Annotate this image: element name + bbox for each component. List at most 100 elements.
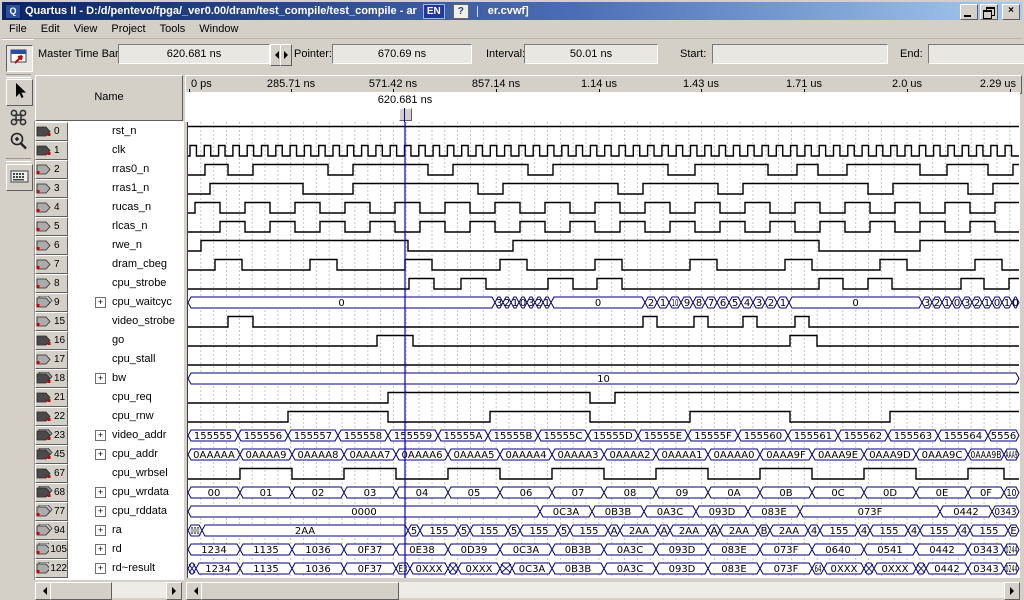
signal-row-clk[interactable]: 1clk <box>35 141 183 160</box>
signal-row-rras0_n[interactable]: 2rras0_n <box>35 160 183 179</box>
menu-tools[interactable]: Tools <box>153 21 193 37</box>
signal-row-rd~result[interactable]: 122+rd~result <box>35 559 183 578</box>
signal-row-rwe_n[interactable]: 6rwe_n <box>35 236 183 255</box>
signal-name-cell[interactable]: +ra <box>69 522 183 539</box>
signal-handle[interactable]: 7 <box>35 255 68 274</box>
signal-name-cell[interactable]: +rd~result <box>69 560 183 577</box>
signal-row-cpu_stall[interactable]: 17cpu_stall <box>35 350 183 369</box>
signal-name-cell[interactable]: +cpu_waitcyc <box>69 294 183 311</box>
signal-row-rucas_n[interactable]: 4rucas_n <box>35 198 183 217</box>
zoom-icon[interactable] <box>6 130 31 155</box>
waveform-scrollbar[interactable] <box>186 582 1020 598</box>
restore-button[interactable] <box>980 4 998 20</box>
master-time-spin-right[interactable] <box>280 44 292 66</box>
expand-plus-icon[interactable]: + <box>95 525 106 536</box>
command-tool-icon[interactable] <box>6 106 31 131</box>
signal-handle[interactable]: 122 <box>35 559 68 578</box>
signal-row-cpu_waitcyc[interactable]: 9+cpu_waitcyc <box>35 293 183 312</box>
signal-row-cpu_rddata[interactable]: 77+cpu_rddata <box>35 502 183 521</box>
signal-name-cell[interactable]: rucas_n <box>69 199 183 216</box>
expand-plus-icon[interactable]: + <box>95 430 106 441</box>
language-indicator[interactable]: EN <box>423 4 445 19</box>
expand-plus-icon[interactable]: + <box>95 506 106 517</box>
signal-row-cpu_addr[interactable]: 45+cpu_addr <box>35 445 183 464</box>
scrollbar-thumb[interactable] <box>201 582 399 600</box>
menu-view[interactable]: View <box>67 21 105 37</box>
signal-row-cpu_rnw[interactable]: 22cpu_rnw <box>35 407 183 426</box>
signal-handle[interactable]: 45 <box>35 445 68 464</box>
scrollbar-thumb[interactable] <box>50 582 112 600</box>
signal-name-cell[interactable]: clk <box>69 142 183 159</box>
expand-plus-icon[interactable]: + <box>95 487 106 498</box>
signal-handle[interactable]: 21 <box>35 388 68 407</box>
signal-handle[interactable]: 22 <box>35 407 68 426</box>
signal-handle[interactable]: 1 <box>35 141 68 160</box>
signal-row-cpu_strobe[interactable]: 8cpu_strobe <box>35 274 183 293</box>
signal-handle[interactable]: 16 <box>35 331 68 350</box>
expand-plus-icon[interactable]: + <box>95 373 106 384</box>
signal-name-cell[interactable]: +cpu_rddata <box>69 503 183 520</box>
name-panel-scrollbar[interactable] <box>35 582 182 598</box>
signal-handle[interactable]: 17 <box>35 350 68 369</box>
expand-plus-icon[interactable]: + <box>95 449 106 460</box>
signal-name-cell[interactable]: cpu_req <box>69 389 183 406</box>
scroll-right-icon[interactable] <box>1004 582 1020 600</box>
cursor-strip[interactable]: 620.681 ns <box>185 92 1020 122</box>
selection-arrow-icon[interactable] <box>6 79 33 106</box>
scroll-left-icon[interactable] <box>186 582 202 600</box>
waveform-editor-icon[interactable] <box>6 45 33 72</box>
signal-handle[interactable]: 105 <box>35 540 68 559</box>
signal-handle[interactable]: 4 <box>35 198 68 217</box>
signal-name-cell[interactable]: +cpu_wrdata <box>69 484 183 501</box>
signal-name-cell[interactable]: video_strobe <box>69 313 183 330</box>
signal-row-cpu_wrdata[interactable]: 68+cpu_wrdata <box>35 483 183 502</box>
signal-name-cell[interactable]: rst_n <box>69 123 183 140</box>
signal-handle[interactable]: 23 <box>35 426 68 445</box>
signal-row-go[interactable]: 16go <box>35 331 183 350</box>
signal-name-cell[interactable]: +cpu_addr <box>69 446 183 463</box>
signal-handle[interactable]: 15 <box>35 312 68 331</box>
signal-handle[interactable]: 8 <box>35 274 68 293</box>
menu-file[interactable]: File <box>2 21 34 37</box>
scroll-left-icon[interactable] <box>35 582 51 600</box>
menu-window[interactable]: Window <box>192 21 245 37</box>
expand-plus-icon[interactable]: + <box>95 544 106 555</box>
signal-name-cell[interactable]: rras0_n <box>69 161 183 178</box>
expand-plus-icon[interactable]: + <box>95 297 106 308</box>
signal-row-video_strobe[interactable]: 15video_strobe <box>35 312 183 331</box>
master-time-bar-field[interactable]: 620.681 ns <box>118 44 270 64</box>
menu-edit[interactable]: Edit <box>34 21 67 37</box>
signal-name-cell[interactable]: go <box>69 332 183 349</box>
snap-grid-icon[interactable] <box>6 164 33 191</box>
signal-row-cpu_req[interactable]: 21cpu_req <box>35 388 183 407</box>
signal-name-cell[interactable]: dram_cbeg <box>69 256 183 273</box>
waveform-canvas[interactable]: 0321032102110987654321032103210101015555… <box>187 122 1020 578</box>
menu-project[interactable]: Project <box>104 21 152 37</box>
expand-plus-icon[interactable]: + <box>95 563 106 574</box>
signal-row-rd[interactable]: 105+rd <box>35 540 183 559</box>
signal-row-rlcas_n[interactable]: 5rlcas_n <box>35 217 183 236</box>
signal-name-cell[interactable]: +video_addr <box>69 427 183 444</box>
signal-row-cpu_wrbsel[interactable]: 67cpu_wrbsel <box>35 464 183 483</box>
signal-handle[interactable]: 94 <box>35 521 68 540</box>
signal-row-rras1_n[interactable]: 3rras1_n <box>35 179 183 198</box>
signal-handle[interactable]: 0 <box>35 122 68 141</box>
signal-name-cell[interactable]: cpu_stall <box>69 351 183 368</box>
name-column-header[interactable]: Name <box>35 75 183 121</box>
signal-name-cell[interactable]: cpu_strobe <box>69 275 183 292</box>
scroll-right-icon[interactable] <box>166 582 182 600</box>
cursor-handle[interactable] <box>399 108 412 121</box>
signal-name-cell[interactable]: rwe_n <box>69 237 183 254</box>
title-bar[interactable]: Q Quartus II - D:/d/pentevo/fpga/_ver0.0… <box>2 2 1022 20</box>
signal-handle[interactable]: 9 <box>35 293 68 312</box>
signal-row-dram_cbeg[interactable]: 7dram_cbeg <box>35 255 183 274</box>
signal-row-bw[interactable]: 18+bw <box>35 369 183 388</box>
signal-row-video_addr[interactable]: 23+video_addr <box>35 426 183 445</box>
signal-handle[interactable]: 5 <box>35 217 68 236</box>
signal-handle[interactable]: 18 <box>35 369 68 388</box>
signal-handle[interactable]: 3 <box>35 179 68 198</box>
signal-name-cell[interactable]: +rd <box>69 541 183 558</box>
start-field[interactable] <box>712 44 888 64</box>
signal-name-cell[interactable]: rras1_n <box>69 180 183 197</box>
signal-handle[interactable]: 2 <box>35 160 68 179</box>
